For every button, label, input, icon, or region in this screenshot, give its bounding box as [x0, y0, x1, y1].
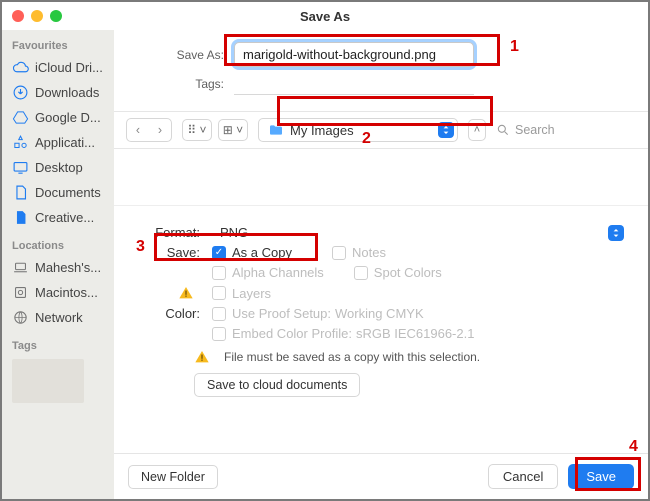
new-folder-button[interactable]: New Folder [128, 465, 218, 489]
disk-icon [12, 284, 29, 301]
view-mode-1-button[interactable]: ⠿ ˅ [182, 119, 212, 141]
apps-icon [12, 134, 29, 151]
alpha-channels-checkbox[interactable]: Alpha Channels [212, 265, 324, 280]
view-mode-2-button[interactable]: ⊞ ˅ [218, 119, 248, 141]
download-icon [12, 84, 29, 101]
sidebar-heading-favourites: Favourites [8, 36, 114, 55]
laptop-icon [12, 259, 29, 276]
chevron-updown-icon [608, 225, 624, 241]
as-a-copy-checkbox[interactable]: ✓As a Copy [212, 245, 292, 260]
nav-buttons: ‹ › [126, 118, 172, 142]
folder-dropdown[interactable]: My Images [258, 118, 458, 142]
main-panel: Save As: Tags: ‹ › ⠿ ˅ ⊞ ˅ My Images ˄ S… [114, 30, 648, 499]
proof-setup-checkbox[interactable]: Use Proof Setup: [212, 306, 331, 321]
tags-field[interactable] [234, 73, 474, 95]
sidebar-item-downloads[interactable]: Downloads [8, 80, 114, 105]
sidebar-item-google-drive[interactable]: Google D... [8, 105, 114, 130]
save-notice: File must be saved as a copy with this s… [224, 350, 480, 364]
filename-input[interactable] [234, 42, 474, 67]
sidebar-item-label: Documents [35, 185, 101, 200]
sidebar-item-desktop[interactable]: Desktop [8, 155, 114, 180]
sidebar-item-label: Google D... [35, 110, 101, 125]
sidebar-item-label: Desktop [35, 160, 83, 175]
cloud-icon [12, 59, 29, 76]
browser-toolbar: ‹ › ⠿ ˅ ⊞ ˅ My Images ˄ Search [114, 111, 648, 149]
format-dropdown[interactable]: PNG [212, 225, 628, 240]
sidebar-heading-locations: Locations [8, 236, 114, 255]
chevron-updown-icon [438, 122, 454, 138]
notes-checkbox[interactable]: Notes [332, 245, 386, 260]
nav-back-button[interactable]: ‹ [127, 119, 149, 141]
sidebar-item-network[interactable]: Network [8, 305, 114, 330]
sidebar-item-label: Network [35, 310, 83, 325]
sidebar: Favourites iCloud Dri... Downloads Googl… [2, 30, 114, 499]
save-button[interactable]: Save [568, 464, 634, 489]
search-field[interactable]: Search [496, 123, 636, 137]
folder-name: My Images [290, 123, 354, 138]
search-placeholder: Search [515, 123, 555, 137]
doc-icon [12, 184, 29, 201]
file-icon [12, 209, 29, 226]
search-icon [496, 123, 510, 137]
save-to-cloud-button[interactable]: Save to cloud documents [194, 373, 360, 397]
sidebar-item-label: Downloads [35, 85, 99, 100]
format-label: Format: [134, 225, 212, 240]
spot-colors-checkbox[interactable]: Spot Colors [354, 265, 442, 280]
sidebar-item-documents[interactable]: Documents [8, 180, 114, 205]
sidebar-item-label: Applicati... [35, 135, 95, 150]
layers-checkbox[interactable]: Layers [212, 286, 271, 301]
sidebar-item-icloud[interactable]: iCloud Dri... [8, 55, 114, 80]
save-as-label: Save As: [134, 48, 234, 62]
nav-forward-button[interactable]: › [149, 119, 171, 141]
sidebar-item-label: iCloud Dri... [35, 60, 103, 75]
warning-icon [178, 285, 194, 301]
format-value: PNG [212, 225, 248, 240]
desktop-icon [12, 159, 29, 176]
color-options-label: Color: [134, 306, 212, 321]
window-title: Save As [2, 9, 648, 24]
save-options-label: Save: [134, 245, 212, 260]
tag-swatch[interactable] [12, 359, 84, 403]
cancel-button[interactable]: Cancel [488, 464, 558, 489]
titlebar: Save As [2, 2, 648, 30]
sidebar-item-computer[interactable]: Mahesh's... [8, 255, 114, 280]
tags-label: Tags: [134, 77, 234, 91]
sidebar-item-label: Macintos... [35, 285, 98, 300]
drive-icon [12, 109, 29, 126]
warning-icon [194, 349, 210, 365]
embed-profile-value: sRGB IEC61966-2.1 [356, 326, 475, 341]
sidebar-item-label: Mahesh's... [35, 260, 101, 275]
folder-up-button[interactable]: ˄ [468, 119, 486, 141]
sidebar-heading-tags: Tags [8, 336, 114, 355]
proof-setup-value: Working CMYK [335, 306, 424, 321]
dialog-footer: New Folder Cancel Save [114, 453, 648, 499]
folder-icon [267, 122, 284, 139]
embed-profile-checkbox[interactable]: Embed Color Profile: [212, 326, 352, 341]
globe-icon [12, 309, 29, 326]
sidebar-item-label: Creative... [35, 210, 94, 225]
sidebar-item-macintosh[interactable]: Macintos... [8, 280, 114, 305]
sidebar-item-applications[interactable]: Applicati... [8, 130, 114, 155]
sidebar-item-creative[interactable]: Creative... [8, 205, 114, 230]
